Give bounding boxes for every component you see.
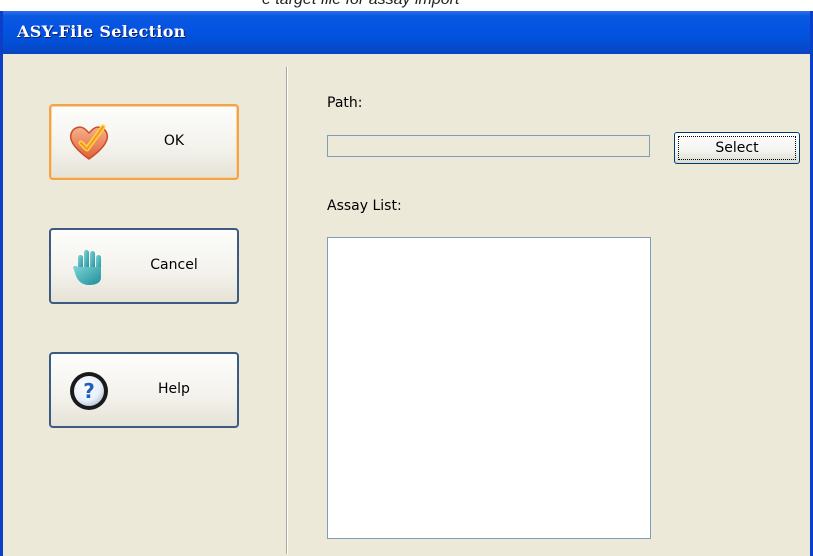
cancel-button-label: Cancel [150, 257, 198, 273]
help-button-label: Help [158, 381, 190, 397]
select-button[interactable]: Select [674, 132, 800, 164]
dialog-body: OK Cancel ? Help Path: Select Assay List… [3, 54, 810, 556]
ok-button-label: OK [163, 133, 185, 149]
cancel-button[interactable]: Cancel [49, 228, 239, 304]
path-label: Path: [327, 95, 363, 111]
question-mark-icon: ? [70, 372, 108, 410]
assay-list-label: Assay List: [327, 198, 402, 214]
help-button[interactable]: ? Help [49, 352, 239, 428]
select-button-label: Select [715, 140, 759, 156]
ok-button[interactable]: OK [49, 104, 239, 180]
file-selection-dialog: ASY-File Selection OK Cancel ? Help Path… [0, 11, 813, 556]
assay-list[interactable] [327, 237, 651, 539]
stop-hand-icon [73, 250, 101, 285]
svg-text:?: ? [83, 379, 95, 403]
vertical-divider [286, 67, 288, 554]
title-bar[interactable]: ASY-File Selection [3, 11, 810, 54]
window-title: ASY-File Selection [17, 22, 186, 41]
background-caption-text: e target file for assay import [262, 0, 459, 9]
heart-checkmark-icon [69, 124, 109, 160]
path-field[interactable] [327, 135, 650, 157]
